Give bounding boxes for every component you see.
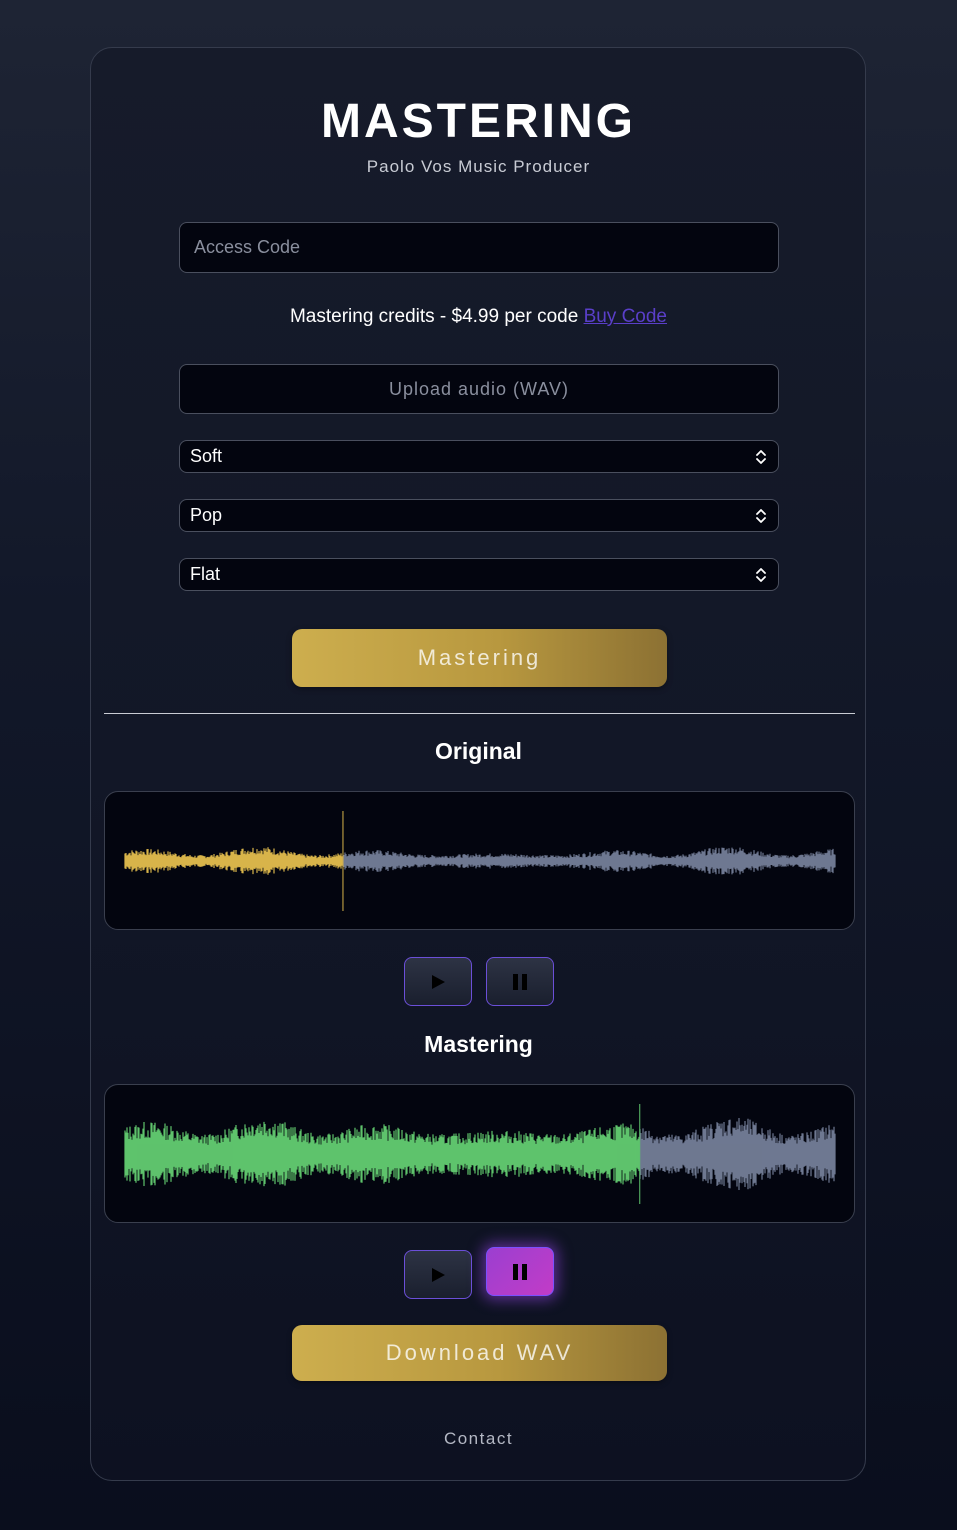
- mastering-button-label: Mastering: [417, 645, 542, 670]
- genre-select-value: Pop: [190, 505, 223, 525]
- download-wav-button[interactable]: Download WAV: [292, 1325, 667, 1381]
- play-icon: [432, 1267, 445, 1282]
- credits-line: Mastering credits - $4.99 per code Buy C…: [0, 306, 957, 328]
- original-waveform-graphic: [124, 811, 836, 911]
- eq-select-value: Flat: [190, 564, 221, 584]
- play-icon: [432, 974, 445, 989]
- download-wav-label: Download WAV: [385, 1340, 574, 1365]
- buy-code-link[interactable]: Buy Code: [584, 306, 667, 327]
- intensity-select[interactable]: Soft: [179, 440, 779, 473]
- page-subtitle: Paolo Vos Music Producer: [366, 157, 591, 176]
- mastered-waveform[interactable]: [104, 1084, 855, 1223]
- pause-icon: [513, 973, 527, 990]
- genre-select[interactable]: Pop: [179, 499, 779, 532]
- original-pause-button[interactable]: [486, 957, 554, 1006]
- mastering-button[interactable]: Mastering: [292, 629, 667, 687]
- upload-audio-button[interactable]: Upload audio (WAV): [179, 364, 779, 414]
- updown-chevron-icon: [756, 508, 766, 523]
- credits-text: Mastering credits - $4.99 per code: [289, 306, 579, 327]
- mastered-play-button[interactable]: [404, 1250, 472, 1299]
- upload-audio-label: Upload audio (WAV): [388, 378, 570, 399]
- intensity-select-value: Soft: [190, 446, 223, 466]
- mastered-label: Mastering: [424, 1031, 533, 1057]
- contact-link[interactable]: Contact: [0, 1429, 957, 1449]
- original-waveform[interactable]: [104, 791, 855, 930]
- original-play-button[interactable]: [404, 957, 472, 1006]
- original-label: Original: [435, 738, 522, 764]
- mastered-waveform-graphic: [124, 1104, 836, 1204]
- updown-chevron-icon: [756, 449, 766, 464]
- pause-icon: [513, 1263, 527, 1280]
- updown-chevron-icon: [756, 567, 766, 582]
- access-code-input[interactable]: [179, 222, 779, 273]
- mastered-pause-button[interactable]: [486, 1247, 554, 1296]
- page-title: MASTERING: [321, 95, 636, 148]
- eq-select[interactable]: Flat: [179, 558, 779, 591]
- section-divider: [104, 713, 855, 714]
